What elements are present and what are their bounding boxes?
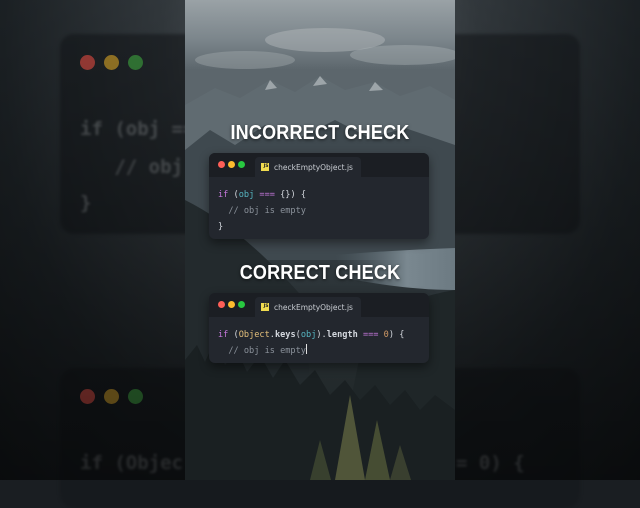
blurred-yellow-dot bbox=[104, 55, 119, 70]
blurred-code-line: if (obj == bbox=[80, 118, 195, 140]
code-token: ). bbox=[316, 330, 327, 340]
close-window-dot-icon bbox=[218, 301, 225, 308]
code-line-3: } bbox=[218, 222, 224, 232]
code-operator: === bbox=[254, 190, 281, 200]
code-token: ( bbox=[228, 330, 239, 340]
file-tab[interactable]: JS checkEmptyObject.js bbox=[255, 297, 361, 317]
code-variable-obj: obj bbox=[300, 330, 317, 340]
code-token: ) { bbox=[388, 330, 405, 340]
minimize-window-dot-icon bbox=[228, 301, 235, 308]
javascript-file-icon: JS bbox=[261, 303, 269, 311]
incorrect-check-heading: INCORRECT CHECK bbox=[230, 120, 410, 144]
code-variable-obj: obj bbox=[238, 190, 255, 200]
code-token: ( bbox=[228, 190, 239, 200]
code-block: if (obj === {}) { // obj is empty} bbox=[209, 177, 429, 235]
text-cursor bbox=[305, 344, 307, 354]
blurred-red-dot bbox=[80, 55, 95, 70]
code-card-correct: JS checkEmptyObject.js if (Object.keys(o… bbox=[209, 293, 429, 363]
maximize-window-dot-icon bbox=[238, 161, 245, 168]
minimize-window-dot-icon bbox=[228, 161, 235, 168]
editor-title-bar: JS checkEmptyObject.js bbox=[209, 153, 429, 177]
blurred-red-dot bbox=[80, 389, 95, 404]
blurred-code-line: if (Objec bbox=[80, 452, 183, 474]
file-tab[interactable]: JS checkEmptyObject.js bbox=[255, 157, 361, 177]
blurred-code-line: } bbox=[80, 192, 92, 214]
code-line-1: if (Object.keys(obj).length === 0) { bbox=[218, 327, 420, 343]
blurred-yellow-dot bbox=[104, 389, 119, 404]
code-object: Object bbox=[238, 330, 270, 340]
code-operator: === bbox=[357, 330, 384, 340]
close-window-dot-icon bbox=[218, 161, 225, 168]
code-line-1: if (obj === {}) { bbox=[218, 187, 420, 203]
code-comment: // obj is empty bbox=[218, 346, 306, 356]
code-token: {}) { bbox=[280, 190, 306, 200]
code-block: if (Object.keys(obj).length === 0) { // … bbox=[209, 317, 429, 359]
mountain-forest-scene bbox=[185, 0, 455, 480]
video-panel: INCORRECT CHECK JS checkEmptyObject.js i… bbox=[185, 0, 455, 480]
file-tab-label: checkEmptyObject.js bbox=[274, 162, 353, 172]
blurred-green-dot bbox=[128, 55, 143, 70]
file-tab-label: checkEmptyObject.js bbox=[274, 302, 353, 312]
code-line-2[interactable]: // obj is empty bbox=[218, 343, 420, 359]
code-card-incorrect: JS checkEmptyObject.js if (obj === {}) {… bbox=[209, 153, 429, 239]
code-keyword-if: if bbox=[218, 190, 229, 200]
code-keyword-if: if bbox=[218, 330, 229, 340]
maximize-window-dot-icon bbox=[238, 301, 245, 308]
blurred-code-line: // obj bbox=[80, 156, 183, 178]
blurred-green-dot bbox=[128, 389, 143, 404]
javascript-file-icon: JS bbox=[261, 163, 269, 171]
code-method-keys: keys bbox=[274, 330, 296, 340]
blurred-code-line: = 0) { bbox=[456, 452, 525, 474]
code-property-length: length bbox=[326, 330, 358, 340]
code-comment: // obj is empty bbox=[218, 206, 306, 216]
editor-title-bar: JS checkEmptyObject.js bbox=[209, 293, 429, 317]
correct-check-heading: CORRECT CHECK bbox=[239, 260, 401, 284]
